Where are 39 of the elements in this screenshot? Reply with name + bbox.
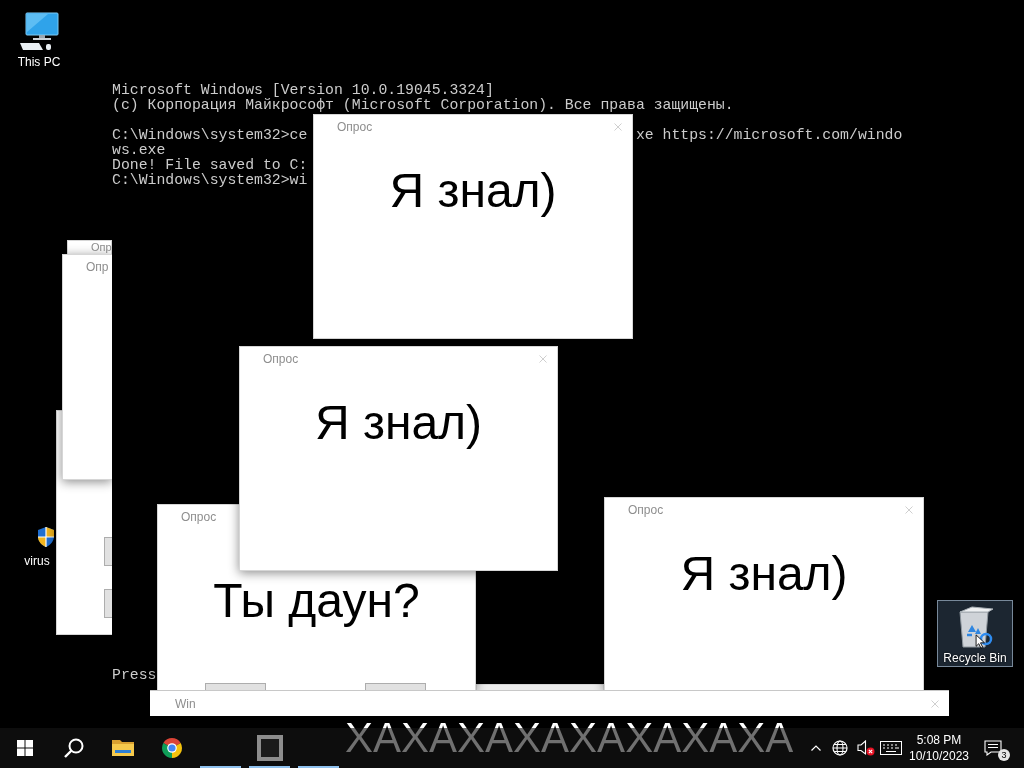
console-text: C:\Windows\system32>wi (112, 173, 308, 188)
dialog-message: Я знал) (388, 163, 558, 219)
computer-icon (18, 12, 60, 52)
keyboard-icon[interactable] (880, 741, 902, 755)
console-text: Done! File saved to C: (112, 158, 308, 173)
windows-logo-icon (16, 740, 33, 756)
chevron-up-icon[interactable] (811, 745, 821, 751)
desktop-shortcut[interactable]: This PC (8, 8, 70, 69)
clock-time[interactable]: 5:08 PM (916, 732, 962, 748)
globe-icon[interactable] (832, 740, 848, 756)
dialog-message: Ты даун? (212, 573, 421, 629)
notifications-button[interactable]: 3 (972, 728, 1016, 768)
console-text: Microsoft Windows [Version 10.0.19045.3324] (112, 83, 494, 98)
console-text: ws.exe (112, 143, 166, 158)
search-icon (63, 738, 84, 758)
window-title: Опр (86, 260, 109, 274)
window-title: Опрос (263, 352, 299, 366)
shield-icon (38, 527, 54, 547)
window-title: Опрос (181, 510, 217, 524)
window-title: Опрос (337, 120, 373, 134)
folder-icon (111, 737, 134, 759)
console-text: Press (112, 668, 157, 683)
browser-icon (160, 737, 183, 759)
square-window-icon (256, 735, 283, 761)
clock-date[interactable]: 10/10/2023 (908, 748, 970, 764)
dialog-message: Я знал) (679, 546, 849, 602)
desktop-shortcut[interactable]: virus (18, 524, 56, 568)
notification-badge: 3 (998, 749, 1010, 761)
speech-bubble-icon (984, 740, 1002, 756)
window-title: Опр (91, 241, 112, 253)
desktop-shortcut[interactable]: Recycle Bin (937, 600, 1013, 667)
dialog-message: Я знал) (313, 395, 484, 451)
mouse-pointer-icon (975, 634, 986, 649)
window-title: Win (175, 696, 196, 711)
console-text: xe https://microsoft.com/windo (635, 128, 903, 143)
window-title: Опрос (628, 503, 664, 517)
console-text: C:\Windows\system32>ce (112, 128, 308, 143)
speaker-muted-icon[interactable] (857, 740, 875, 756)
console-text: (c) Корпорация Майкрософт (Microsoft Corporation). Все права защищены. (112, 98, 734, 113)
